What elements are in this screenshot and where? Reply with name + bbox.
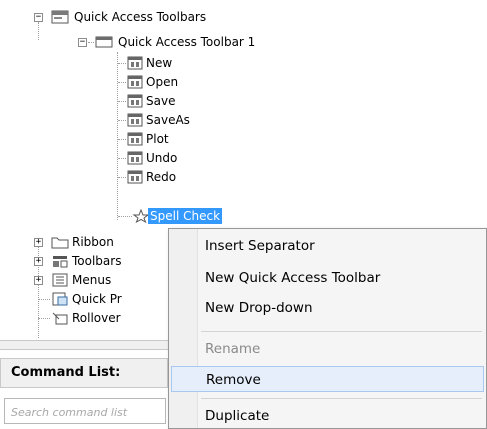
menu-item-insert-separator[interactable]: Insert Separator (171, 233, 484, 259)
menus-icon (51, 273, 69, 287)
tree-connector (38, 240, 39, 338)
tree-connector (118, 216, 132, 217)
tree-node-quick-access-toolbars[interactable]: − Quick Access Toolbars (34, 9, 296, 25)
command-icon (126, 113, 144, 127)
tree-node-label: Save (146, 94, 176, 108)
tree-node-label: Rollover (72, 311, 121, 325)
tree-node-label: Quick Pr (72, 292, 122, 306)
folder-icon (51, 235, 69, 249)
search-box[interactable] (4, 398, 166, 424)
menu-item-label: New Drop-down (205, 300, 313, 316)
quick-properties-icon (51, 292, 69, 306)
command-icon (126, 75, 144, 89)
toolbars-icon (51, 254, 69, 268)
tree-connector (118, 82, 126, 83)
tree-connector (117, 52, 118, 220)
tree-node-label: Redo (146, 170, 177, 184)
command-list-header: Command List: (0, 358, 168, 388)
context-menu: Insert Separator New Quick Access Toolba… (168, 228, 487, 429)
search-command-input[interactable] (9, 401, 163, 423)
tree-node-label: Menus (72, 273, 112, 287)
menu-item-label: Rename (205, 341, 261, 357)
tree-connector (118, 139, 126, 140)
command-icon (126, 56, 144, 70)
tree-node-quick-access-toolbar-1[interactable]: − Quick Access Toolbar 1 (78, 34, 310, 50)
quick-access-toolbars-icon (51, 10, 69, 24)
tree-connector (118, 158, 126, 159)
tree-connector (38, 318, 50, 319)
tree-connector (118, 101, 126, 102)
expand-icon[interactable]: + (34, 257, 43, 266)
menu-item-rename: Rename (171, 336, 484, 362)
tree-node-label: Toolbars (72, 254, 122, 268)
command-list-title: Command List: (11, 365, 121, 380)
tree-node-label: Undo (146, 151, 178, 165)
menu-item-label: Insert Separator (205, 238, 315, 254)
tree-connector (38, 299, 50, 300)
command-icon (126, 151, 144, 165)
expand-icon[interactable]: + (34, 238, 43, 247)
menu-separator (201, 331, 482, 332)
menu-item-new-drop-down[interactable]: New Drop-down (171, 295, 484, 321)
command-icon (126, 170, 144, 184)
expand-icon[interactable]: + (34, 276, 43, 285)
tree-node-label: Plot (146, 132, 169, 146)
tree-node-label: SaveAs (146, 113, 190, 127)
menu-item-remove[interactable]: Remove (171, 366, 484, 392)
tree-connector (118, 63, 126, 64)
menu-separator (201, 398, 482, 399)
tree-node-label: Quick Access Toolbars (74, 10, 207, 24)
command-icon (126, 94, 144, 108)
menu-item-duplicate[interactable]: Duplicate (171, 403, 484, 429)
command-icon (126, 132, 144, 146)
menu-item-new-quick-access-toolbar[interactable]: New Quick Access Toolbar (171, 265, 484, 291)
tree-node-label: Quick Access Toolbar 1 (118, 35, 256, 49)
rollover-icon (51, 311, 69, 325)
tree-connector (118, 177, 126, 178)
collapse-icon[interactable]: − (78, 38, 87, 47)
menu-item-label: New Quick Access Toolbar (205, 270, 381, 286)
tree-node-label: Ribbon (72, 235, 114, 249)
menu-item-label: Remove (206, 372, 261, 388)
tree-connector (88, 42, 94, 43)
tree-connector (118, 120, 126, 121)
tree-node-label: Spell Check (148, 208, 223, 224)
tree-node-label: Open (146, 75, 179, 89)
toolbar-icon (95, 35, 113, 49)
tree-node-label: New (146, 56, 173, 70)
collapse-icon[interactable]: − (34, 13, 43, 22)
menu-item-label: Duplicate (205, 408, 270, 424)
